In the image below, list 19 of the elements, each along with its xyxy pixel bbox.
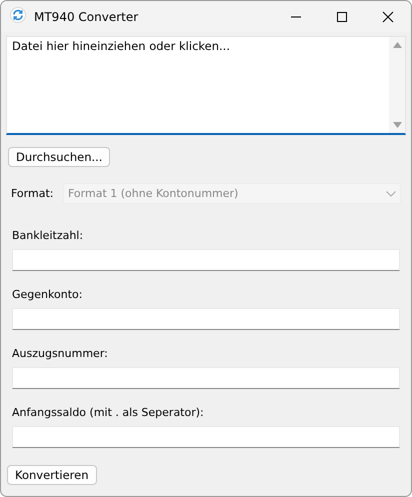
scrollbar[interactable] (389, 37, 405, 133)
browse-button[interactable]: Durchsuchen... (8, 147, 110, 167)
field-label: Bankleitzahl: (12, 229, 84, 242)
field-label: Anfangssaldo (mit . als Seperator): (12, 406, 205, 419)
input-field[interactable] (12, 367, 400, 389)
maximize-icon[interactable] (336, 10, 348, 22)
convert-button[interactable]: Konvertieren (7, 465, 97, 485)
app-icon (10, 7, 26, 23)
field-label: Gegenkonto: (12, 288, 84, 301)
input-field[interactable] (12, 308, 400, 330)
scroll-down-icon[interactable] (392, 122, 402, 128)
input-field[interactable] (12, 249, 400, 271)
format-label: Format: (11, 187, 54, 200)
field-label: Auszugsnummer: (12, 347, 109, 360)
input-field[interactable] (12, 426, 400, 448)
window-title: MT940 Converter (34, 10, 140, 24)
close-icon[interactable] (382, 10, 394, 22)
scroll-up-icon[interactable] (392, 42, 402, 48)
drop-area[interactable]: Datei hier hineinziehen oder klicken... (6, 36, 406, 135)
